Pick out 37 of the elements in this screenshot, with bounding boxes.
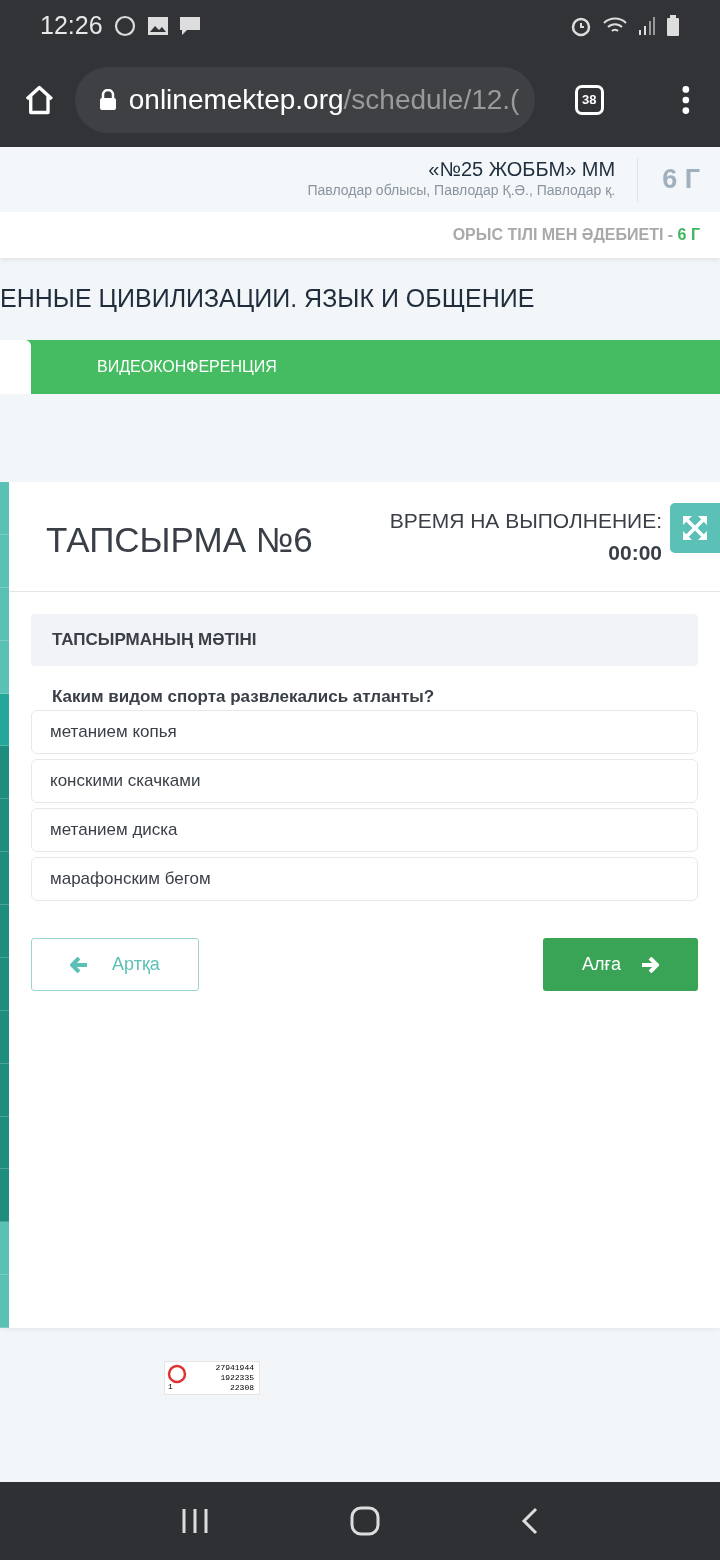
counter-value: 27941944 xyxy=(215,1363,254,1373)
answer-option[interactable]: марафонским бегом xyxy=(31,857,698,901)
clock: 12:26 xyxy=(40,10,103,42)
counter-value: 1 xyxy=(168,1382,173,1392)
timer: 00:00 xyxy=(608,539,662,566)
message-icon xyxy=(178,16,201,36)
image-icon xyxy=(146,16,169,36)
recent-apps-icon[interactable] xyxy=(180,1508,209,1534)
counter-value: 22308 xyxy=(230,1383,254,1393)
time-label: ВРЕМЯ НА ВЫПОЛНЕНИЕ: xyxy=(389,508,662,534)
tabs-count-button[interactable]: 38 xyxy=(574,84,604,115)
signal-icon xyxy=(638,16,656,36)
address-bar[interactable]: onlinemektep.org/schedule/12.( xyxy=(74,66,535,133)
answer-option[interactable]: метанием диска xyxy=(31,808,698,852)
ring-icon xyxy=(167,1364,187,1384)
question-text: Каким видом спорта развлекались атланты? xyxy=(51,686,436,708)
url-text: onlinemektep.org/schedule/12.( xyxy=(128,82,520,117)
section-header: ТАПСЫРМАНЫҢ МӘТІНІ xyxy=(31,614,698,666)
school-address: Павлодар облысы, Павлодар Қ.Ә., Павлодар қ. xyxy=(307,181,616,200)
counter-value: 1922335 xyxy=(220,1373,254,1383)
school-name: «№25 ЖОББМ» ММ xyxy=(428,158,616,180)
lesson-title: ЕННЫЕ ЦИВИЛИЗАЦИИ. ЯЗЫК И ОБЩЕНИЕ xyxy=(0,283,535,315)
arrow-left-icon xyxy=(70,956,89,973)
lock-icon xyxy=(98,88,117,111)
class-label: 6 Г xyxy=(661,163,700,197)
menu-icon[interactable] xyxy=(682,84,690,115)
expand-icon xyxy=(682,515,708,541)
subject-title: ОРЫС ТІЛІ МЕН ӘДЕБИЕТІ - 6 Г xyxy=(452,225,700,245)
answer-option[interactable]: метанием копья xyxy=(31,710,698,754)
home-button-icon[interactable] xyxy=(350,1506,380,1536)
home-icon[interactable] xyxy=(24,84,55,115)
battery-icon xyxy=(666,15,680,37)
answer-option[interactable]: конскими скачками xyxy=(31,759,698,803)
task-title: ТАПСЫРМА №6 xyxy=(46,519,313,562)
arrow-right-icon xyxy=(641,956,660,973)
alarm-icon xyxy=(570,15,592,37)
back-icon[interactable] xyxy=(521,1507,540,1535)
